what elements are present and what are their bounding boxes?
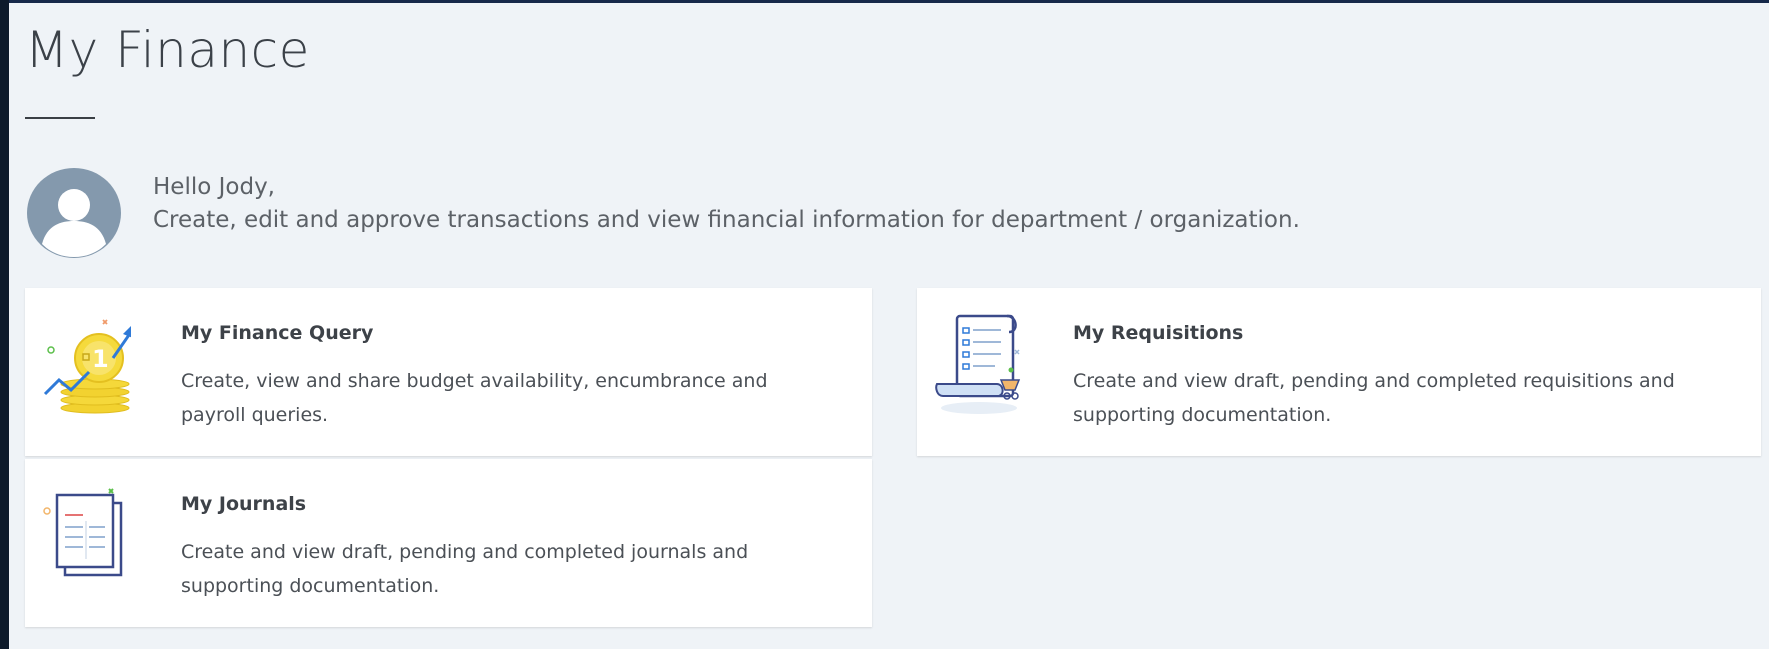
title-underline [25, 117, 95, 119]
page-title: My Finance [25, 21, 310, 79]
card-description: Create and view draft, pending and compl… [1073, 370, 1675, 426]
greeting-block: Hello Jody, Create, edit and approve tra… [153, 171, 1300, 237]
greeting-text: Hello Jody, [153, 174, 275, 200]
user-avatar-icon [27, 168, 121, 258]
card-description: Create, view and share budget availabili… [181, 370, 768, 426]
card-title[interactable]: My Finance Query [181, 322, 373, 344]
window-left-edge [0, 0, 9, 649]
requisitions-icon [935, 314, 1021, 414]
page-description: Create, edit and approve transactions an… [153, 207, 1300, 233]
my-requisitions-card[interactable]: My Requisitions Create and view draft, p… [917, 288, 1761, 456]
my-journals-card[interactable]: My Journals Create and view draft, pendi… [25, 459, 872, 627]
card-description: Create and view draft, pending and compl… [181, 541, 749, 597]
card-title[interactable]: My Journals [181, 493, 306, 515]
svg-text:1: 1 [92, 345, 109, 373]
my-finance-query-card[interactable]: 1 My Finance Query Create, view and shar… [25, 288, 872, 456]
finance-home-page: My Finance Hello Jody, Create, edit and … [9, 3, 1769, 649]
journals-icon [43, 488, 123, 577]
finance-query-icon: 1 [43, 319, 131, 414]
card-title[interactable]: My Requisitions [1073, 322, 1243, 344]
